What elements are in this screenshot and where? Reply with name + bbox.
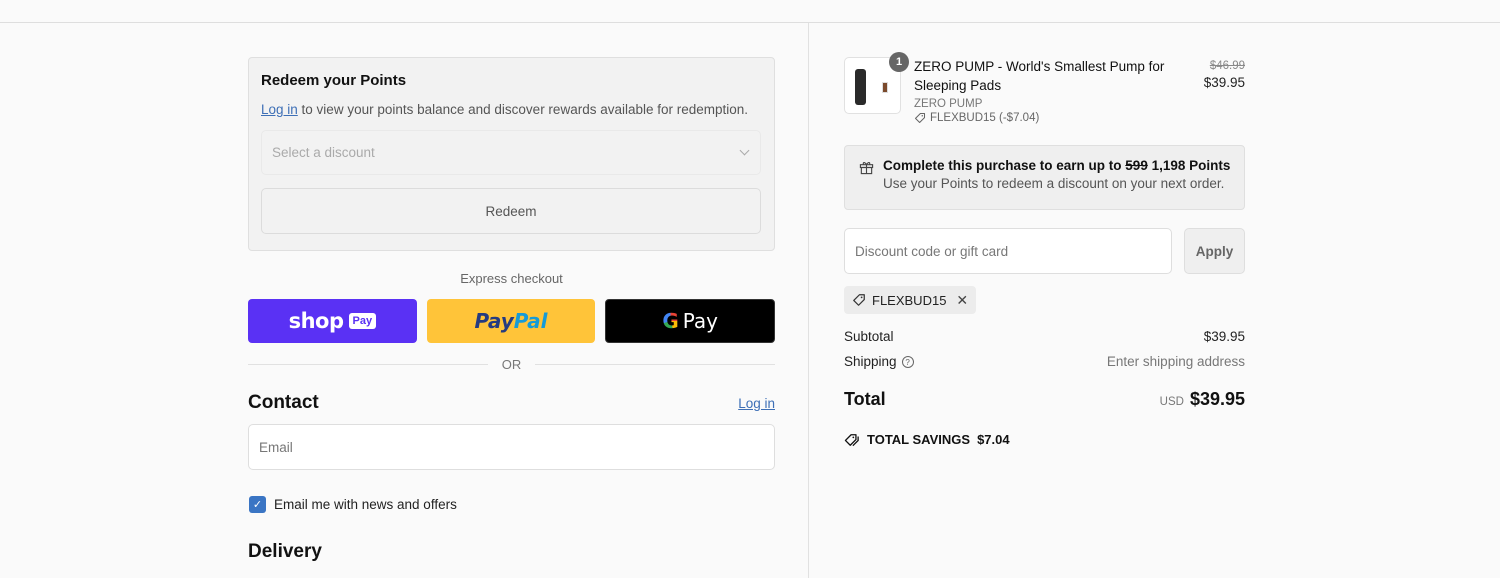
or-text: OR [501,357,522,372]
discounted-price: $39.95 [1203,75,1245,90]
help-icon[interactable]: ? [901,356,914,369]
points-new-value: 1,198 Points [1151,158,1231,173]
paypal-logo-pay: Pay [474,309,514,333]
order-summary-column: 1 ZERO PUMP - World's Smallest Pump for … [844,52,1245,447]
top-header-bar [0,0,1500,23]
newsletter-option[interactable]: ✓ Email me with news and offers [248,496,775,513]
delivery-heading: Delivery [248,541,322,562]
points-old-value: 599 [1125,158,1148,173]
or-line-right [535,364,775,365]
savings-value: $7.04 [977,432,1010,447]
shipping-row: Shipping? Enter shipping address [844,354,1245,369]
redeem-login-link[interactable]: Log in [261,102,298,117]
chevron-down-icon [739,145,750,156]
express-checkout-label: Express checkout [460,271,563,286]
subtotal-label: Subtotal [844,329,894,344]
points-subtitle: Use your Points to redeem a discount on … [883,176,1225,191]
line-item-prices: $46.99 $39.95 [1204,60,1245,90]
applied-discount-code: FLEXBUD15 [872,292,947,308]
savings-label: TOTAL SAVINGS [867,432,971,447]
shipping-label-wrap: Shipping? [844,354,914,369]
contact-heading: Contact [248,392,319,413]
product-thumbnail: 1 [844,52,909,114]
google-g-icon: G [662,309,679,333]
product-vendor: ZERO PUMP [914,98,983,110]
paypal-logo: PayPal [474,309,547,333]
applied-discount-chip: FLEXBUD15 ✕ [844,286,977,314]
quantity-badge: 1 [889,52,909,72]
google-pay-label: Pay [682,309,719,333]
shipping-value: Enter shipping address [1106,354,1245,369]
currency-code: USD [1159,396,1184,408]
contact-header: Contact Log in [248,392,775,414]
discount-code-row: Apply [844,228,1245,274]
or-line-left [248,364,488,365]
earn-points-banner: Complete this purchase to earn up to 599… [844,145,1245,210]
total-row: Total USD $39.95 [844,389,1245,410]
total-value: $39.95 [1189,389,1245,409]
tags-icon [844,433,859,446]
express-checkout-buttons: shop Pay PayPal G Pay [248,299,776,343]
discount-select-placeholder: Select a discount [272,145,375,160]
redeem-description: Log in to view your points balance and d… [261,102,761,117]
apply-button[interactable]: Apply [1184,228,1245,274]
total-amount: USD $39.95 [1160,389,1245,410]
google-pay-button[interactable]: G Pay [605,299,776,343]
redeem-button[interactable]: Redeem [261,188,761,234]
tag-icon [853,294,865,306]
shop-pay-badge: Pay [348,313,377,329]
paypal-logo-pal: Pal [513,309,548,333]
original-price: $46.99 [1209,60,1245,72]
line-item-details: ZERO PUMP - World's Smallest Pump for Sl… [914,57,1199,124]
shipping-label: Shipping [844,354,897,369]
email-input[interactable] [248,424,775,470]
gift-icon [859,162,874,175]
subtotal-value: $39.95 [1203,329,1245,344]
shop-pay-logo: shop [288,309,344,333]
subtotal-row: Subtotal $39.95 [844,329,1245,344]
points-text: Complete this purchase to earn up to 599… [883,158,1230,209]
total-label: Total [844,389,886,409]
shop-pay-button[interactable]: shop Pay [248,299,417,343]
discount-select[interactable]: Select a discount [261,130,761,175]
column-divider [808,23,809,578]
remove-discount-icon[interactable]: ✕ [956,292,968,309]
product-image-accessory [882,82,888,93]
total-savings: TOTAL SAVINGS $7.04 [844,432,1245,447]
newsletter-label: Email me with news and offers [274,497,457,512]
line-item-discount: FLEXBUD15 (-$7.04) [914,112,1199,124]
contact-login-link[interactable]: Log in [738,396,775,411]
checkout-main-column: Redeem your Points Log in to view your p… [248,57,776,563]
discount-code-input[interactable] [844,228,1172,274]
product-name: ZERO PUMP - World's Smallest Pump for Sl… [914,59,1165,93]
redeem-description-text: to view your points balance and discover… [297,102,749,117]
line-item: 1 ZERO PUMP - World's Smallest Pump for … [844,52,1245,124]
points-title: Complete this purchase to earn up to 599… [883,158,1230,173]
paypal-button[interactable]: PayPal [426,299,596,343]
newsletter-checkbox[interactable]: ✓ [249,496,266,513]
tag-icon [914,112,926,124]
or-divider: OR [248,357,775,372]
points-title-prefix: Complete this purchase to earn up to [883,158,1126,173]
product-image-pump [855,69,866,105]
line-item-discount-code: FLEXBUD15 (-$7.04) [930,112,1040,124]
redeem-title: Redeem your Points [261,72,407,89]
redeem-points-panel: Redeem your Points Log in to view your p… [248,57,775,251]
